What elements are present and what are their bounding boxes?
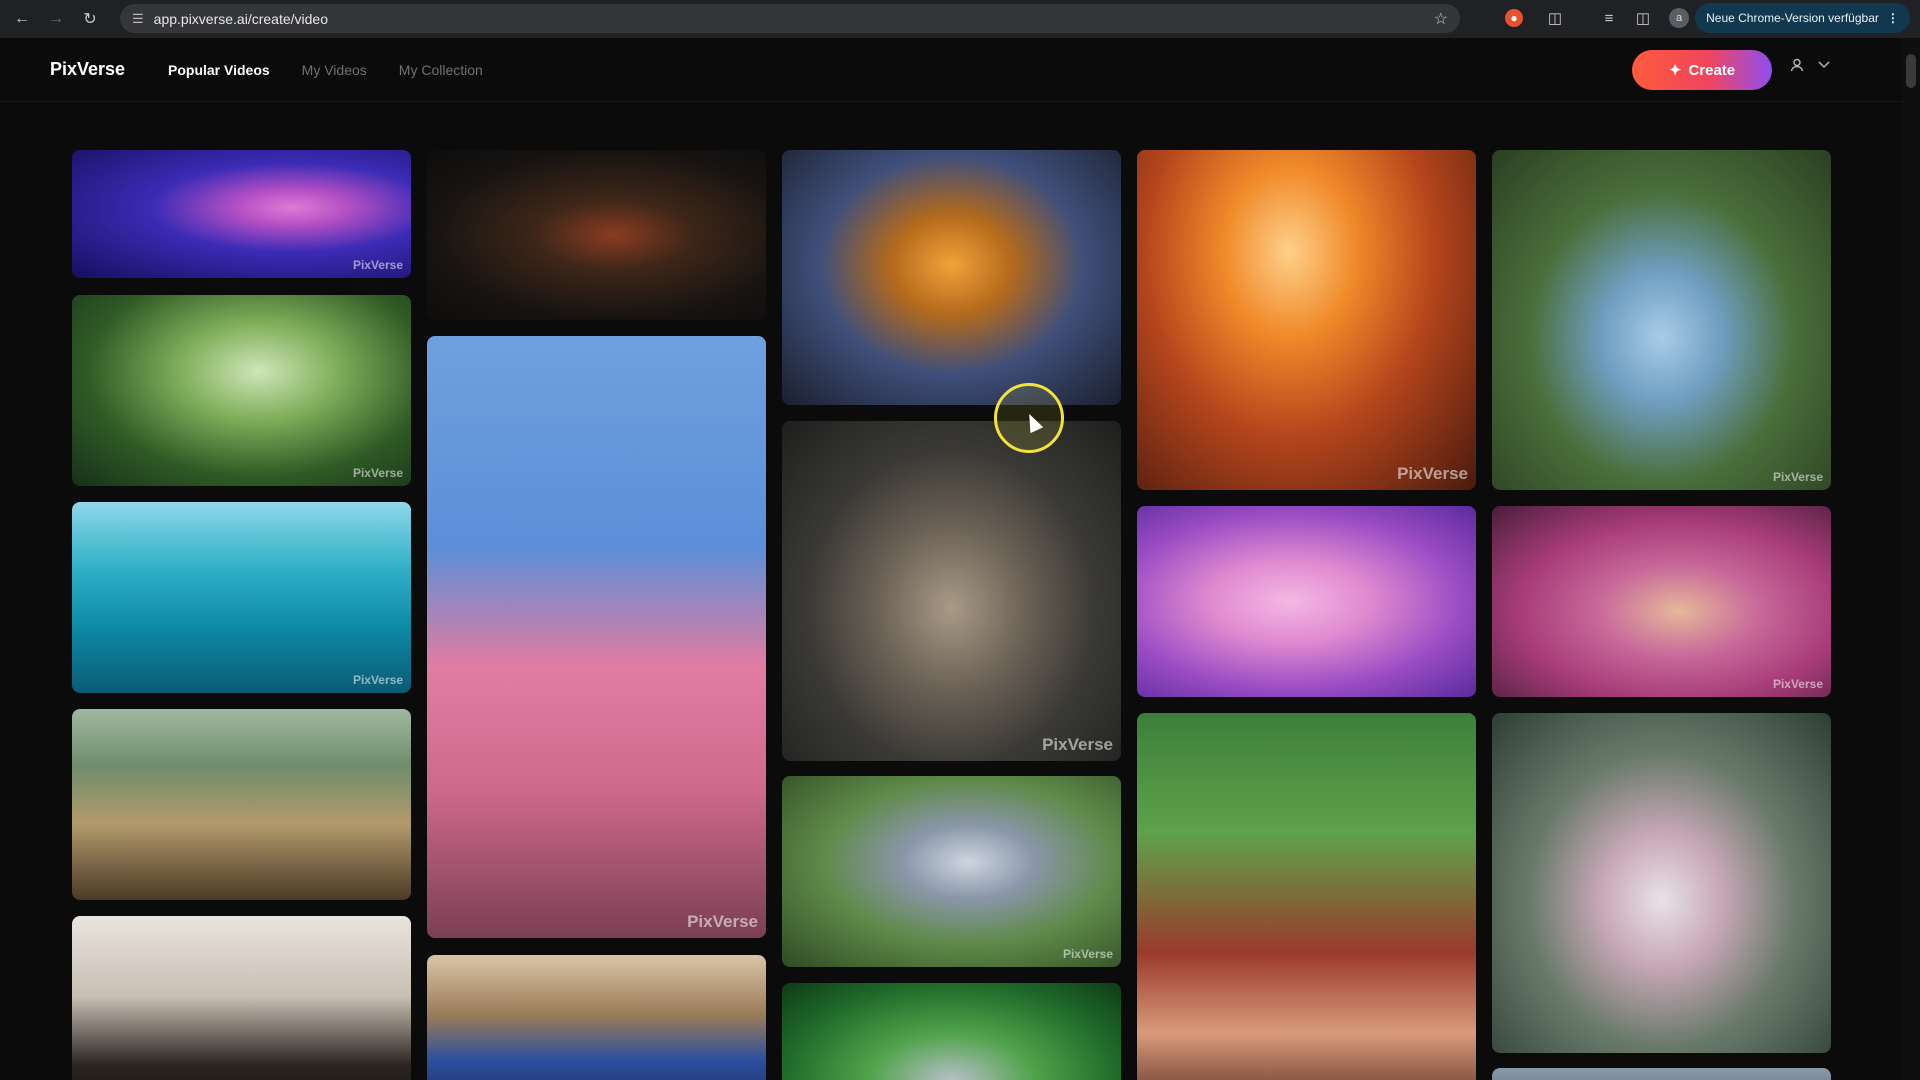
- thumb-green-forest-creature[interactable]: [782, 983, 1121, 1080]
- menu-dots-icon: ⋮: [1886, 11, 1899, 25]
- thumb-anime-girl[interactable]: [72, 916, 411, 1080]
- forward-icon[interactable]: →: [44, 7, 68, 31]
- nav-my-collection[interactable]: My Collection: [399, 62, 483, 78]
- nav-popular-videos[interactable]: Popular Videos: [168, 62, 270, 78]
- thumb-pink-cloud[interactable]: [1137, 506, 1476, 697]
- address-url[interactable]: app.pixverse.ai/create/video: [154, 11, 328, 27]
- thumb-kitten-flower[interactable]: PixVerse: [782, 421, 1121, 761]
- thumb-mushrooms[interactable]: [72, 709, 411, 900]
- watermark: PixVerse: [1772, 677, 1823, 691]
- thumb-car-night-road[interactable]: [427, 150, 766, 320]
- browser-toolbar: ← → ↻ ☰ app.pixverse.ai/create/video ☆ ●…: [0, 0, 1920, 38]
- user-icon: [1790, 58, 1804, 72]
- pixverse-logo[interactable]: PixVerse: [50, 59, 125, 80]
- watermark: PixVerse: [1772, 470, 1823, 484]
- thumb-leaf-droplets[interactable]: PixVerse: [72, 295, 411, 486]
- extensions-puzzle-icon[interactable]: ◫: [1544, 7, 1566, 29]
- watermark: PixVerse: [687, 912, 758, 931]
- app-header: PixVerse Popular Videos My Videos My Col…: [0, 38, 1920, 102]
- thumb-cartoon-boy[interactable]: [1137, 713, 1476, 1080]
- user-menu[interactable]: [1790, 58, 1830, 72]
- media-controls-icon[interactable]: ≡: [1598, 7, 1620, 29]
- address-bar[interactable]: ☰ app.pixverse.ai/create/video ☆: [120, 4, 1460, 33]
- scrollbar-thumb[interactable]: [1906, 54, 1916, 88]
- thumb-butterfly-fairy[interactable]: [782, 150, 1121, 405]
- back-icon[interactable]: ←: [10, 7, 34, 31]
- chevron-down-icon: [1818, 61, 1830, 69]
- watermark: PixVerse: [1397, 464, 1468, 483]
- thumb-cherry-blossoms[interactable]: PixVerse: [427, 336, 766, 938]
- thumb-blue-hair-anime[interactable]: [427, 955, 766, 1080]
- page-scrollbar[interactable]: [1902, 38, 1920, 1080]
- side-panel-icon[interactable]: ◫: [1632, 7, 1654, 29]
- watermark: PixVerse: [352, 258, 403, 272]
- watermark: PixVerse: [352, 673, 403, 687]
- main-nav: Popular Videos My Videos My Collection: [168, 62, 483, 78]
- nav-my-videos[interactable]: My Videos: [302, 62, 367, 78]
- watermark: PixVerse: [352, 466, 403, 480]
- watermark: PixVerse: [1042, 735, 1113, 754]
- create-button-label: Create: [1688, 61, 1736, 79]
- extension-red-icon[interactable]: ●: [1505, 9, 1523, 27]
- thumb-partial-bottom[interactable]: [1492, 1068, 1831, 1080]
- site-settings-icon[interactable]: ☰: [132, 11, 144, 27]
- thumb-sea-turtle[interactable]: PixVerse: [72, 502, 411, 693]
- thumb-elephant-sunset[interactable]: PixVerse: [1137, 150, 1476, 490]
- chrome-update-label: Neue Chrome-Version verfügbar: [1706, 11, 1879, 25]
- sparkle-icon: ✦: [1668, 62, 1682, 79]
- bookmark-star-icon[interactable]: ☆: [1434, 9, 1448, 29]
- thumb-witch-girl-pond[interactable]: [1492, 713, 1831, 1053]
- watermark: PixVerse: [1062, 947, 1113, 961]
- reload-icon[interactable]: ↻: [78, 7, 102, 31]
- thumb-anime-boy-pink-room[interactable]: PixVerse: [1492, 506, 1831, 697]
- profile-avatar-icon[interactable]: a: [1669, 8, 1689, 28]
- thumb-pink-flower[interactable]: PixVerse: [72, 150, 411, 278]
- thumb-girl-cherries[interactable]: PixVerse: [1492, 150, 1831, 490]
- thumb-bunny[interactable]: PixVerse: [782, 776, 1121, 967]
- chrome-update-button[interactable]: Neue Chrome-Version verfügbar ⋮: [1695, 3, 1910, 33]
- create-button[interactable]: ✦ Create: [1632, 50, 1772, 90]
- video-gallery: PixVerse PixVerse PixVerse PixVerse PixV…: [72, 150, 1832, 1080]
